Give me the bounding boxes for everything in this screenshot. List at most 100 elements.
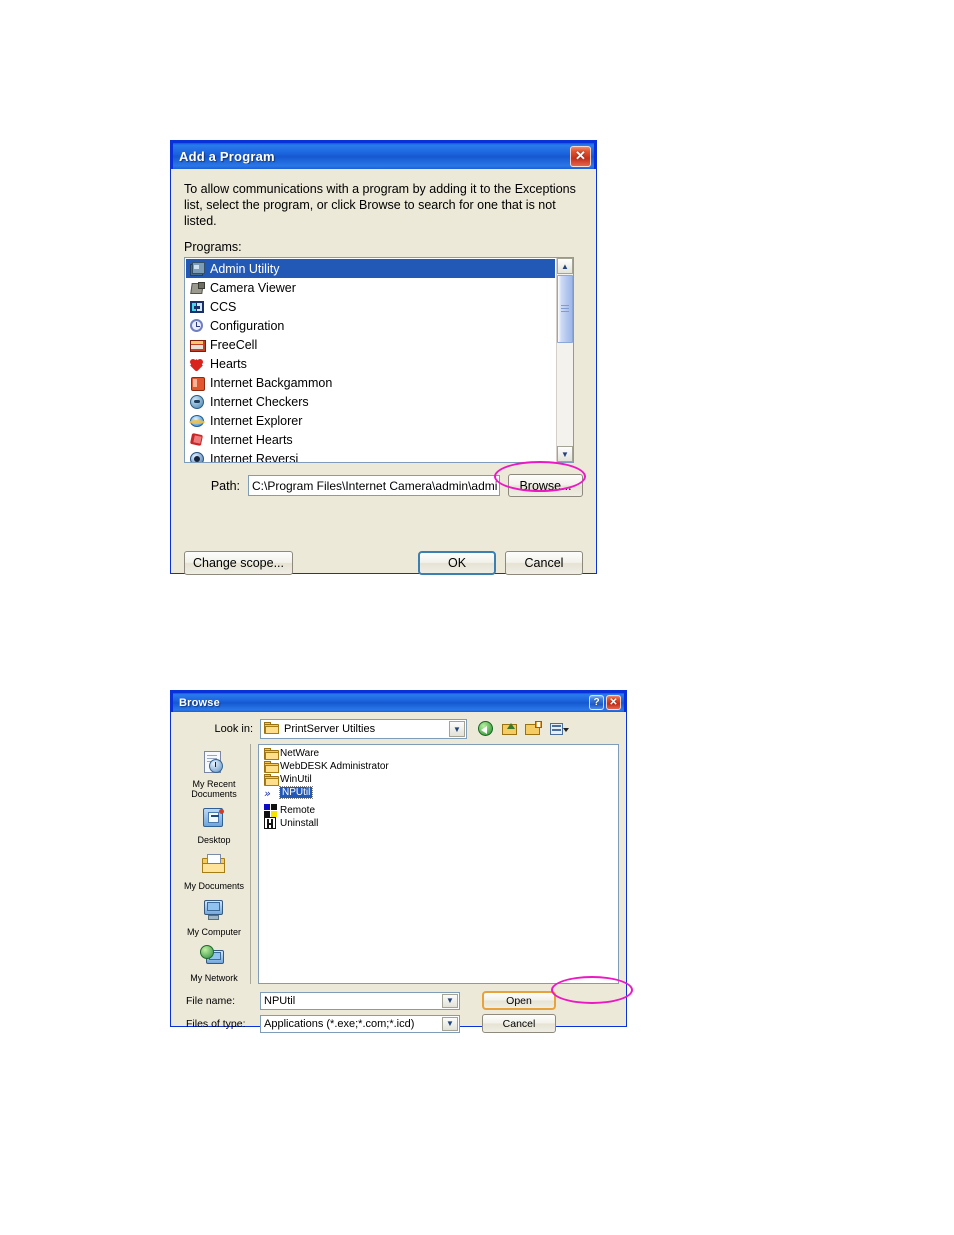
program-label: Internet Backgammon (210, 375, 333, 390)
cancel-button-label: Cancel (524, 556, 564, 570)
create-new-folder-icon[interactable] (524, 720, 544, 738)
browse-button-label: Browse... (519, 478, 572, 493)
program-label: Internet Hearts (210, 432, 293, 447)
ok-button-label: OK (447, 556, 467, 570)
browse-title: Browse (179, 696, 220, 709)
internet-hearts-icon (189, 432, 205, 448)
browse-titlebar-frame: Browse ? ✕ (171, 691, 626, 712)
scrollbar-thumb[interactable] (557, 275, 573, 343)
file-label: Remote (280, 805, 316, 816)
my-network-icon (199, 944, 229, 972)
add-a-program-titlebar-frame: Add a Program ✕ (171, 141, 596, 169)
internet-reversi-icon (189, 451, 205, 462)
open-button[interactable]: Open (482, 991, 556, 1010)
files-of-type-value: Applications (*.exe;*.com;*.icd) (264, 1017, 415, 1030)
program-list-item-configuration[interactable]: Configuration (186, 316, 555, 335)
file-list-item-winutil[interactable]: WinUtil (261, 773, 616, 786)
ccs-icon (189, 299, 205, 315)
add-a-program-titlebar-buttons: ✕ (570, 145, 591, 167)
camera-viewer-icon (189, 280, 205, 296)
browse-body: Look in: PrintServer Utilties ▼ My Recen… (171, 712, 626, 1040)
file-label: NPUtil (278, 786, 314, 799)
program-list-item-freecell[interactable]: FreeCell (186, 335, 555, 354)
place-label: My Network (190, 973, 238, 983)
files-of-type-combo[interactable]: Applications (*.exe;*.com;*.icd) ▼ (260, 1014, 460, 1033)
program-list-item-internet-explorer[interactable]: Internet Explorer (186, 411, 555, 430)
browse-titlebar[interactable]: Browse ? ✕ (173, 693, 624, 712)
place-my-network[interactable]: My Network (178, 944, 250, 983)
files-of-type-row: Files of type: Applications (*.exe;*.com… (178, 1014, 619, 1033)
page-canvas: Add a Program ✕ To allow communications … (0, 0, 954, 1235)
program-list-item-admin-utility[interactable]: Admin Utility (186, 259, 555, 278)
scroll-up-icon[interactable]: ▲ (557, 258, 573, 274)
views-icon[interactable] (548, 720, 569, 738)
browse-toolbar (476, 720, 569, 738)
look-in-row: Look in: PrintServer Utilties ▼ (178, 718, 619, 740)
place-label: Desktop (197, 835, 231, 845)
file-label: NetWare (280, 748, 320, 759)
back-icon[interactable] (476, 720, 496, 738)
program-label: Camera Viewer (210, 280, 296, 295)
configuration-icon (189, 318, 205, 334)
nputil-icon: » (264, 787, 271, 800)
chevron-down-icon[interactable]: ▼ (442, 993, 458, 1008)
chevron-down-icon[interactable]: ▼ (449, 721, 465, 737)
place-label: My Recent Documents (191, 779, 237, 799)
program-list-item-internet-hearts[interactable]: Internet Hearts (186, 430, 555, 449)
program-label: Internet Checkers (210, 394, 309, 409)
file-listbox[interactable]: NetWare WebDESK Administrator WinUtil » … (258, 744, 619, 984)
file-label: Uninstall (280, 818, 319, 829)
close-icon[interactable]: ✕ (606, 695, 621, 710)
place-desktop[interactable]: Desktop (178, 806, 250, 845)
hearts-icon (188, 356, 205, 372)
place-my-computer[interactable]: My Computer (178, 898, 250, 937)
place-my-recent-documents[interactable]: My Recent Documents (178, 750, 250, 799)
ok-button[interactable]: OK (418, 551, 496, 575)
program-list-item-internet-backgammon[interactable]: Internet Backgammon (186, 373, 555, 392)
file-list-inner: NetWare WebDESK Administrator WinUtil » … (261, 747, 616, 830)
file-list-item-remote[interactable]: Remote (261, 804, 616, 817)
change-scope-button[interactable]: Change scope... (184, 551, 293, 575)
program-label: Configuration (210, 318, 285, 333)
program-label: Hearts (210, 356, 247, 371)
scroll-down-icon[interactable]: ▼ (557, 446, 573, 462)
scrollbar-grip-icon (561, 305, 569, 313)
file-name-combo[interactable]: NPUtil ▼ (260, 991, 460, 1010)
file-label: WebDESK Administrator (280, 761, 389, 772)
programs-listbox[interactable]: Admin Utility Camera Viewer CCS Configur… (184, 257, 574, 463)
look-in-combo[interactable]: PrintServer Utilties ▼ (260, 719, 467, 739)
open-button-label: Open (506, 994, 532, 1007)
change-scope-button-label: Change scope... (192, 556, 285, 570)
close-icon[interactable]: ✕ (570, 145, 591, 167)
folder-icon (264, 760, 279, 773)
program-list-item-internet-checkers[interactable]: Internet Checkers (186, 392, 555, 411)
browse-cancel-button[interactable]: Cancel (482, 1014, 556, 1033)
file-list-item-nputil[interactable]: » NPUtil (261, 786, 314, 800)
add-a-program-body: To allow communications with a program b… (171, 169, 596, 575)
chevron-down-icon[interactable]: ▼ (442, 1016, 458, 1031)
file-list-item-netware[interactable]: NetWare (261, 747, 616, 760)
path-input[interactable]: C:\Program Files\Internet Camera\admin\a… (248, 475, 500, 496)
add-a-program-titlebar[interactable]: Add a Program ✕ (173, 143, 594, 169)
browse-titlebar-buttons: ? ✕ (589, 695, 621, 710)
file-list-item-webdesk-administrator[interactable]: WebDESK Administrator (261, 760, 616, 773)
programs-label: Programs: (184, 240, 583, 254)
program-label: CCS (210, 299, 237, 314)
path-label: Path: (210, 478, 240, 493)
cancel-button[interactable]: Cancel (505, 551, 583, 575)
programs-list-scrollbar[interactable]: ▲ ▼ (556, 258, 573, 462)
folder-icon (264, 747, 279, 760)
program-list-item-internet-reversi[interactable]: Internet Reversi (186, 449, 555, 462)
program-list-item-hearts[interactable]: Hearts (186, 354, 555, 373)
program-list-item-ccs[interactable]: CCS (186, 297, 555, 316)
help-icon[interactable]: ? (589, 695, 604, 710)
program-list-item-camera-viewer[interactable]: Camera Viewer (186, 278, 555, 297)
add-a-program-footer: Change scope... OK Cancel (184, 551, 583, 575)
uninstall-icon (264, 817, 277, 830)
file-list-item-uninstall[interactable]: Uninstall (261, 817, 616, 830)
add-a-program-dialog: Add a Program ✕ To allow communications … (170, 140, 597, 575)
up-one-level-icon[interactable] (500, 720, 520, 738)
my-computer-icon (199, 898, 229, 926)
browse-button[interactable]: Browse... (508, 474, 583, 497)
place-my-documents[interactable]: My Documents (178, 852, 250, 891)
